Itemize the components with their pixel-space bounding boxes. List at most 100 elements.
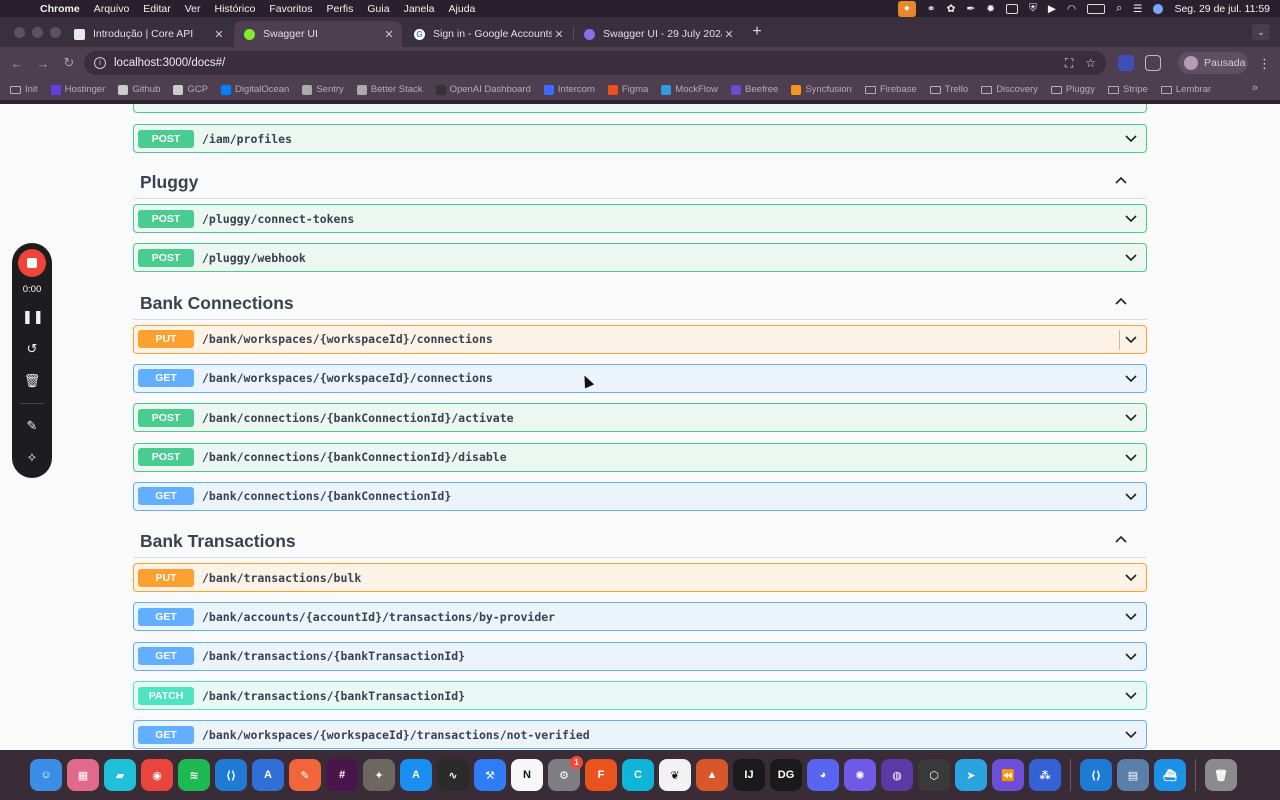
settings-icon[interactable]: ⚙ 1 — [548, 756, 583, 791]
bookmark-item[interactable]: Trello — [929, 84, 968, 95]
bookmark-item[interactable]: Firebase — [864, 84, 917, 95]
xcode-icon[interactable]: ⚒ — [474, 759, 506, 791]
bookmark-item[interactable]: Beefree — [731, 84, 778, 95]
control-center-icon[interactable]: ☰ — [1133, 3, 1142, 15]
tab-google-signin[interactable]: G Sign in - Google Accounts ✕ — [404, 21, 572, 47]
finder-icon[interactable]: ☺ — [30, 759, 62, 791]
bookmarks-overflow-icon[interactable]: » — [1252, 82, 1258, 94]
menu-item[interactable]: Editar — [143, 3, 170, 15]
bookmark-item[interactable]: Github — [118, 84, 160, 95]
trash-icon[interactable]: 🗑 — [1205, 759, 1237, 791]
draw-icon[interactable]: ✎ — [22, 418, 42, 436]
chevron-down-icon[interactable] — [1124, 688, 1138, 702]
microphone-icon[interactable]: ● — [897, 0, 916, 17]
window-icon[interactable] — [1006, 3, 1019, 14]
orb-icon[interactable]: ◍ — [881, 759, 913, 791]
back-icon[interactable]: ← — [4, 56, 30, 71]
operation-post[interactable]: POST/bank/connections/{bankConnectionId}… — [133, 403, 1147, 433]
close-window-button[interactable] — [14, 27, 25, 38]
chevron-down-icon[interactable] — [1124, 332, 1138, 346]
blocks-icon[interactable]: ▰ — [104, 759, 136, 791]
operation-post[interactable]: POST/bank/connections/{bankConnectionId}… — [133, 442, 1147, 472]
forklift-icon[interactable]: F — [585, 759, 617, 791]
chevron-down-icon[interactable] — [1124, 727, 1138, 741]
siri-icon[interactable] — [1153, 3, 1164, 14]
notion-icon[interactable]: N — [511, 759, 543, 791]
tab-intro-core-api[interactable]: Introdução | Core API ✕ — [64, 21, 232, 47]
chevron-down-icon[interactable] — [1124, 250, 1138, 264]
operation-get[interactable]: GET/bank/workspaces/{workspaceId}/connec… — [133, 363, 1147, 393]
chevron-down-icon[interactable] — [1124, 570, 1138, 584]
bookmark-item[interactable]: Pluggy — [1050, 84, 1095, 95]
brightness-icon[interactable]: ✹ — [986, 3, 995, 15]
chevron-down-icon[interactable] — [1124, 489, 1138, 503]
vscode-alt-icon[interactable]: ⟨⟩ — [1080, 759, 1112, 791]
bookmark-item[interactable]: Stripe — [1107, 84, 1148, 95]
unity-icon[interactable]: ⬡ — [918, 759, 950, 791]
translate-icon[interactable]: ⛶ — [1065, 56, 1073, 71]
gimp-icon[interactable]: ✦ — [363, 759, 395, 791]
bookmark-item[interactable]: Figma — [607, 84, 648, 95]
close-tab-icon[interactable]: ✕ — [722, 28, 736, 41]
stop-recording-button[interactable] — [18, 249, 46, 277]
bookmark-item[interactable]: Discovery — [981, 84, 1038, 95]
slack-icon[interactable]: # — [326, 759, 358, 791]
chevron-down-icon[interactable] — [1124, 410, 1138, 424]
bookmark-item[interactable]: OpenAI Dashboard — [435, 84, 531, 95]
delete-icon[interactable]: 🗑 — [22, 373, 42, 391]
section-heading[interactable]: Bank Transactions — [140, 531, 296, 552]
operation-get[interactable]: GET/bank/transactions/{bankTransactionId… — [133, 641, 1147, 671]
operation-put[interactable]: PUT/bank/workspaces/{workspaceId}/connec… — [133, 324, 1147, 354]
appstore-icon[interactable]: A — [400, 759, 432, 791]
operation-put[interactable]: PUT/bank/transactions/bulk — [133, 563, 1147, 593]
battery-icon[interactable] — [1087, 3, 1106, 14]
forward-icon[interactable]: → — [30, 56, 56, 71]
chevron-down-icon[interactable] — [1124, 609, 1138, 623]
spotify-icon[interactable]: ≋ — [178, 759, 210, 791]
chrome-icon[interactable]: ◉ — [141, 759, 173, 791]
vpn-icon[interactable]: ⛨ — [1029, 2, 1037, 15]
chevron-up-icon[interactable] — [1114, 533, 1128, 547]
section-heading[interactable]: Pluggy — [140, 172, 198, 193]
chevron-up-icon[interactable] — [1114, 295, 1128, 309]
operation-post[interactable]: POST/iam/profiles — [133, 124, 1147, 153]
grid-icon[interactable]: ⁂ — [1029, 759, 1061, 791]
bookmark-item[interactable]: Hostinger — [50, 84, 105, 95]
activity-icon[interactable]: ∿ — [437, 759, 469, 791]
pen-icon[interactable]: ✎ — [289, 759, 321, 791]
tab-swagger-ui[interactable]: Swagger UI ✕ — [234, 21, 402, 47]
url-text[interactable]: localhost:3000/docs#/ — [114, 57, 225, 69]
docker-icon[interactable]: ⛴ — [1154, 759, 1186, 791]
tab-swagger-july[interactable]: Swagger UI - 29 July 2024 ✕ — [574, 21, 742, 47]
bookmark-item[interactable]: Lembrar — [1160, 84, 1211, 95]
menu-item[interactable]: Ver — [185, 3, 201, 15]
close-tab-icon[interactable]: ✕ — [552, 28, 566, 41]
wifi-icon[interactable]: ◠ — [1067, 3, 1076, 15]
site-info-icon[interactable]: i — [94, 57, 106, 69]
address-bar[interactable]: i localhost:3000/docs#/ ⛶ ☆ — [84, 51, 1106, 75]
codeium-icon[interactable]: C — [622, 759, 654, 791]
status-icon[interactable]: ⚭ — [927, 3, 936, 15]
more-menu-icon[interactable]: ⋮ — [1258, 56, 1271, 72]
tab-search-button[interactable]: ⌄ — [1252, 24, 1270, 40]
bookmark-item[interactable]: MockFlow — [661, 84, 718, 95]
section-heading[interactable]: Bank Connections — [140, 293, 294, 314]
operation-post[interactable]: POST/pluggy/webhook — [133, 243, 1147, 273]
bookmark-item[interactable]: DigitalOcean — [220, 84, 289, 95]
close-tab-icon[interactable]: ✕ — [212, 28, 226, 41]
play-icon[interactable]: ▶ — [1048, 3, 1056, 15]
status-icon[interactable]: ✿ — [947, 3, 956, 15]
reload-icon[interactable]: ↻ — [56, 55, 82, 71]
preview-icon[interactable]: ▤ — [1117, 759, 1149, 791]
intellij-icon[interactable]: IJ — [733, 759, 765, 791]
menu-item[interactable]: Histórico — [215, 3, 256, 15]
extension-icon[interactable] — [1118, 55, 1134, 71]
chevron-down-icon[interactable] — [1124, 371, 1138, 385]
minimize-window-button[interactable] — [32, 27, 43, 38]
discord-icon[interactable]: ◕ — [807, 759, 839, 791]
operation-post[interactable]: POST/pluggy/connect-tokens — [133, 204, 1147, 233]
rewind-icon[interactable]: ⏪ — [992, 759, 1024, 791]
operation-post-partial[interactable] — [133, 104, 1147, 113]
bookmark-item[interactable]: Init — [10, 84, 38, 95]
search-icon[interactable]: ⌕ — [1116, 2, 1122, 15]
